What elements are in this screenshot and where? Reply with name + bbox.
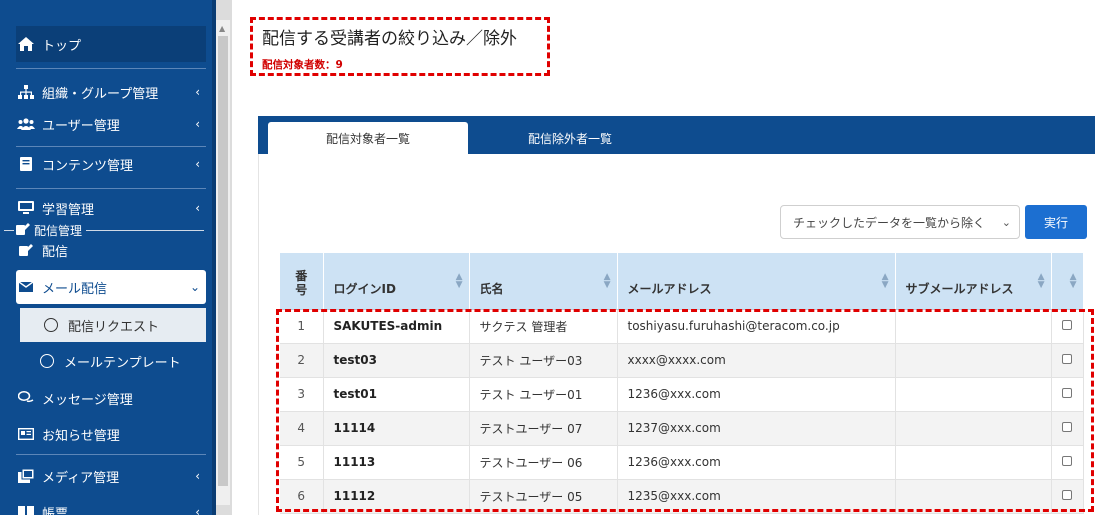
sidebar-item-org[interactable]: 組織・グループ管理 ‹	[16, 74, 206, 110]
chevron-left-icon: ‹	[195, 469, 200, 483]
chevron-left-icon: ‹	[195, 117, 200, 131]
sidebar-item-label: 帳票	[42, 506, 69, 515]
sidebar-divider	[16, 68, 206, 69]
chevron-down-icon: ⌄	[1001, 215, 1011, 229]
chevron-left-icon: ‹	[195, 85, 200, 99]
sidebar-item-label: ユーザー管理	[42, 118, 120, 134]
share-icon	[16, 244, 36, 256]
sidebar-item-contents[interactable]: コンテンツ管理 ‹	[16, 146, 206, 182]
sidebar-item-label: メッセージ管理	[42, 392, 133, 408]
sort-icon[interactable]: ▲ ▼	[1038, 273, 1045, 290]
sidebar-item-reports[interactable]: 帳票 ‹	[16, 494, 206, 515]
sidebar-item-label: 学習管理	[42, 202, 95, 218]
sidebar-subitem-request[interactable]: 配信リクエスト	[16, 308, 206, 342]
divider-line	[4, 230, 14, 231]
users-icon	[16, 118, 36, 130]
divider-line	[86, 230, 204, 231]
circle-icon	[44, 318, 58, 332]
home-icon	[16, 37, 36, 51]
header-label: メールアドレス	[627, 281, 712, 296]
header-label: 番号	[295, 268, 308, 297]
sort-icon[interactable]: ▲ ▼	[1070, 273, 1077, 290]
sort-icon[interactable]: ▲ ▼	[882, 273, 889, 290]
sidebar-divider	[16, 454, 206, 455]
sidebar-item-mail[interactable]: メール配信 ⌄	[16, 270, 206, 304]
chevron-left-icon: ‹	[195, 157, 200, 171]
sidebar-item-label: 配信	[42, 244, 69, 260]
column-header-login[interactable]: ログインID ▲ ▼	[323, 253, 470, 310]
header-label: ログインID	[333, 281, 396, 296]
bulk-action-select[interactable]: チェックしたデータを一覧から除く ⌄	[780, 205, 1020, 239]
column-header-number[interactable]: 番号	[280, 253, 324, 310]
chevron-down-icon: ⌄	[189, 280, 200, 294]
sidebar-divider	[16, 188, 206, 189]
sidebar-item-label: トップ	[42, 38, 82, 54]
sort-icon[interactable]: ▲ ▼	[456, 273, 463, 290]
sidebar-item-media[interactable]: メディア管理 ‹	[16, 458, 206, 494]
envelope-icon	[16, 282, 36, 292]
sidebar-item-label: メディア管理	[42, 470, 120, 486]
table-header-row: 番号 ログインID ▲ ▼ 氏名 ▲ ▼ メールアドレス ▲ ▼ サブメールアドレス ▲ ▼ ▲…	[280, 253, 1084, 310]
bulk-action-selected: チェックしたデータを一覧から除く	[793, 215, 986, 230]
scroll-up-arrow-icon[interactable]: ▲	[219, 24, 225, 33]
app-root: トップ 組織・グループ管理 ‹ ユーザー管理 ‹ コンテンツ管理 ‹ 学習管理 …	[0, 0, 1095, 515]
highlight-box-title	[250, 17, 550, 76]
column-header-email[interactable]: メールアドレス ▲ ▼	[617, 253, 896, 310]
header-label: 氏名	[479, 281, 504, 296]
sidebar-scrollbar-thumb[interactable]	[218, 36, 228, 486]
sidebar: トップ 組織・グループ管理 ‹ ユーザー管理 ‹ コンテンツ管理 ‹ 学習管理 …	[0, 0, 232, 515]
report-icon	[16, 506, 36, 515]
tab-excluded[interactable]: 配信除外者一覧	[470, 122, 670, 154]
sidebar-item-users[interactable]: ユーザー管理 ‹	[16, 106, 206, 142]
circle-icon	[40, 354, 54, 368]
chevron-left-icon: ‹	[195, 505, 200, 515]
sidebar-item-notices[interactable]: お知らせ管理	[16, 416, 206, 452]
newspaper-icon	[16, 428, 36, 440]
tab-recipients[interactable]: 配信対象者一覧	[268, 122, 468, 154]
learning-icon	[16, 201, 36, 215]
chat-icon	[16, 391, 36, 405]
sidebar-item-label: コンテンツ管理	[42, 158, 134, 174]
header-label: サブメールアドレス	[905, 281, 1014, 296]
org-chart-icon	[16, 85, 36, 99]
sidebar-item-learning[interactable]: 学習管理 ‹	[16, 190, 206, 226]
highlight-box-rows	[276, 309, 1094, 512]
sidebar-subitem-template[interactable]: メールテンプレート	[16, 344, 206, 378]
sidebar-nav: トップ 組織・グループ管理 ‹ ユーザー管理 ‹ コンテンツ管理 ‹ 学習管理 …	[0, 0, 216, 515]
sidebar-item-label: 配信リクエスト	[68, 319, 160, 335]
column-header-sub-email[interactable]: サブメールアドレス ▲ ▼	[895, 253, 1052, 310]
sidebar-item-top[interactable]: トップ	[16, 26, 206, 62]
sidebar-item-label: メール配信	[42, 281, 108, 297]
book-icon	[16, 157, 36, 171]
column-header-select[interactable]: ▲ ▼	[1051, 253, 1084, 310]
sidebar-item-label: メールテンプレート	[64, 355, 181, 371]
sort-icon[interactable]: ▲ ▼	[604, 273, 611, 290]
sidebar-item-delivery[interactable]: 配信	[16, 236, 206, 264]
sidebar-item-messages[interactable]: メッセージ管理	[16, 380, 206, 416]
chevron-left-icon: ‹	[195, 201, 200, 215]
media-icon	[16, 469, 36, 483]
sidebar-item-label: お知らせ管理	[42, 428, 120, 444]
run-button[interactable]: 実行	[1025, 205, 1087, 239]
sidebar-item-label: 組織・グループ管理	[42, 86, 159, 102]
column-header-name[interactable]: 氏名 ▲ ▼	[469, 253, 618, 310]
